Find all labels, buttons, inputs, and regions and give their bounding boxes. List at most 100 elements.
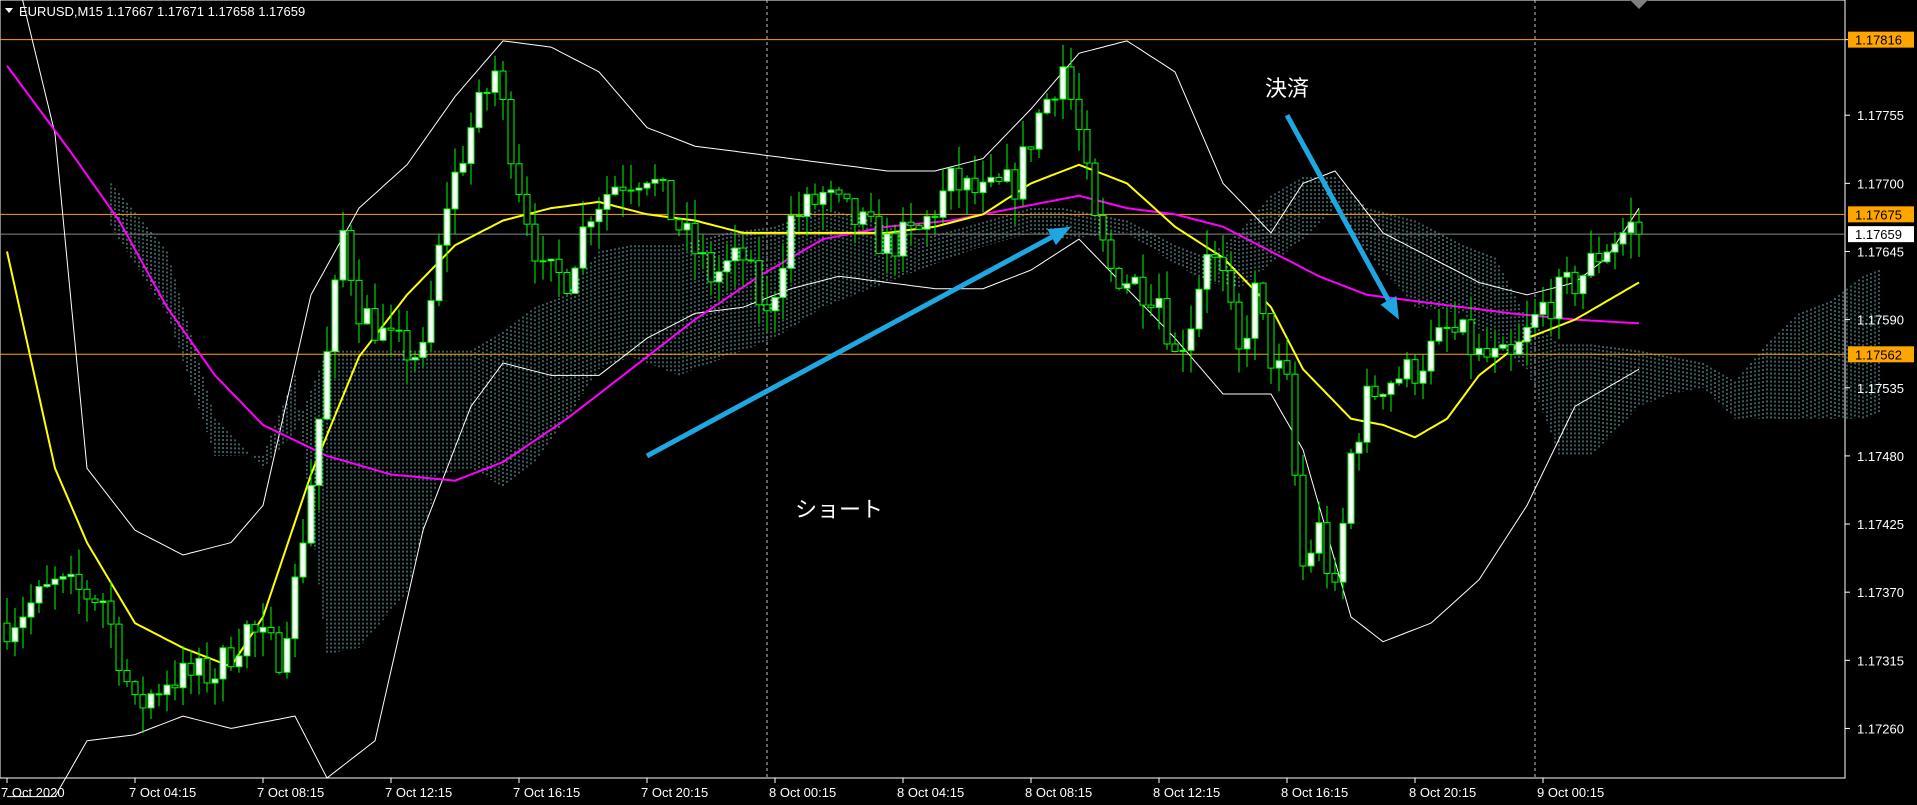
candle-bull — [483, 91, 491, 94]
candle-bear — [1171, 343, 1179, 352]
candle-bear — [523, 193, 531, 225]
candle-bear — [403, 330, 411, 361]
price-level-label: 1.17675 — [1855, 207, 1902, 222]
candle-bull — [595, 208, 603, 223]
candle-bear — [811, 193, 819, 205]
candle-bear — [763, 304, 771, 312]
candle-bull — [651, 178, 659, 184]
candle-bull — [1603, 251, 1611, 263]
candle-bull — [1627, 221, 1635, 234]
candle-bear — [1011, 169, 1019, 200]
x-tick-label: 9 Oct 00:15 — [1537, 785, 1604, 800]
candle-bear — [1099, 214, 1107, 241]
candle-bear — [995, 176, 1003, 182]
candle-bear — [1299, 474, 1307, 567]
candle-bull — [1339, 522, 1347, 583]
candle-bull — [443, 208, 451, 246]
candle-bull — [1019, 146, 1027, 200]
candle-bull — [1251, 282, 1259, 339]
candle-bear — [1083, 129, 1091, 164]
x-tick-label: 8 Oct 00:15 — [769, 785, 836, 800]
candle-bear — [747, 259, 755, 262]
candle-bear — [875, 215, 883, 254]
y-tick-label: 1.17425 — [1857, 517, 1904, 532]
candle-bear — [1483, 347, 1491, 358]
x-tick-label: 7 Oct 08:15 — [257, 785, 324, 800]
candle-bear — [371, 308, 379, 341]
candle-bull — [1403, 359, 1411, 380]
candle-bull — [43, 583, 51, 588]
candle-bear — [1227, 270, 1235, 303]
candle-bull — [147, 693, 155, 709]
candle-bull — [1539, 301, 1547, 315]
candle-bull — [1395, 378, 1403, 384]
candle-bear — [227, 647, 235, 668]
candle-bear — [395, 329, 403, 332]
candle-bear — [1027, 146, 1035, 150]
candle-bull — [627, 189, 635, 192]
candle-bear — [1371, 385, 1379, 398]
candle-bull — [307, 484, 315, 544]
candle-bull — [299, 542, 307, 578]
candle-bull — [899, 221, 907, 257]
candle-bull — [979, 181, 987, 194]
candle-bull — [35, 586, 43, 604]
price-chart[interactable]: EURUSD,M15 1.17667 1.17671 1.17658 1.176… — [0, 0, 1917, 805]
candle-bull — [1187, 328, 1195, 351]
candle-bear — [347, 229, 355, 281]
y-tick-label: 1.17370 — [1857, 585, 1904, 600]
candle-bull — [723, 260, 731, 273]
candle-bear — [1107, 239, 1115, 269]
candle-bull — [1243, 337, 1251, 350]
candle-bull — [1123, 283, 1131, 289]
y-tick-label: 1.17645 — [1857, 244, 1904, 259]
candle-bull — [1435, 327, 1443, 342]
candle-bear — [83, 588, 91, 600]
candle-bull — [1307, 552, 1315, 567]
candle-bear — [1635, 221, 1643, 235]
y-tick-label: 1.17535 — [1857, 381, 1904, 396]
candle-bull — [1523, 326, 1531, 343]
candle-bear — [1547, 301, 1555, 320]
candle-bear — [971, 177, 979, 194]
candle-bull — [643, 182, 651, 189]
candle-bull — [963, 177, 971, 191]
candle-bull — [923, 215, 931, 230]
candle-bull — [243, 623, 251, 657]
candle-bull — [827, 189, 835, 193]
candle-bull — [51, 578, 59, 585]
candle-bear — [739, 247, 747, 261]
candle-bull — [1587, 252, 1595, 277]
candle-bear — [203, 657, 211, 684]
time-axis[interactable]: 7 Oct 2020 7 Oct 04:15 7 Oct 08:15 7 Oct 12… — [1, 778, 1604, 800]
candle-bull — [1315, 522, 1323, 554]
candle-bear — [155, 693, 163, 696]
candle-bear — [107, 600, 115, 625]
candle-bull — [1515, 341, 1523, 355]
candle-bull — [451, 171, 459, 210]
candle-bull — [699, 252, 707, 255]
candle-bull — [19, 616, 27, 629]
candle-bull — [1499, 344, 1507, 349]
candle-bull — [1203, 253, 1211, 290]
candle-bull — [467, 127, 475, 165]
candle-bull — [547, 258, 555, 262]
candle-bull — [27, 602, 35, 618]
candle-bull — [1443, 326, 1451, 329]
y-tick-label: 1.17260 — [1857, 721, 1904, 736]
candle-bull — [1059, 66, 1067, 100]
y-tick-label: 1.17700 — [1857, 176, 1904, 191]
candle-bull — [1611, 243, 1619, 253]
x-tick-label: 8 Oct 08:15 — [1025, 785, 1092, 800]
price-level-label: 1.17562 — [1855, 347, 1902, 362]
candle-bear — [531, 223, 539, 262]
candle-bull — [731, 247, 739, 262]
x-tick-label: 7 Oct 20:15 — [641, 785, 708, 800]
x-tick-label: 8 Oct 16:15 — [1281, 785, 1348, 800]
candle-bear — [907, 221, 915, 227]
candle-bear — [851, 198, 859, 225]
candle-bear — [171, 684, 179, 689]
candle-bear — [931, 215, 939, 218]
candle-bull — [331, 279, 339, 353]
close-label: 決済 — [1265, 77, 1309, 102]
